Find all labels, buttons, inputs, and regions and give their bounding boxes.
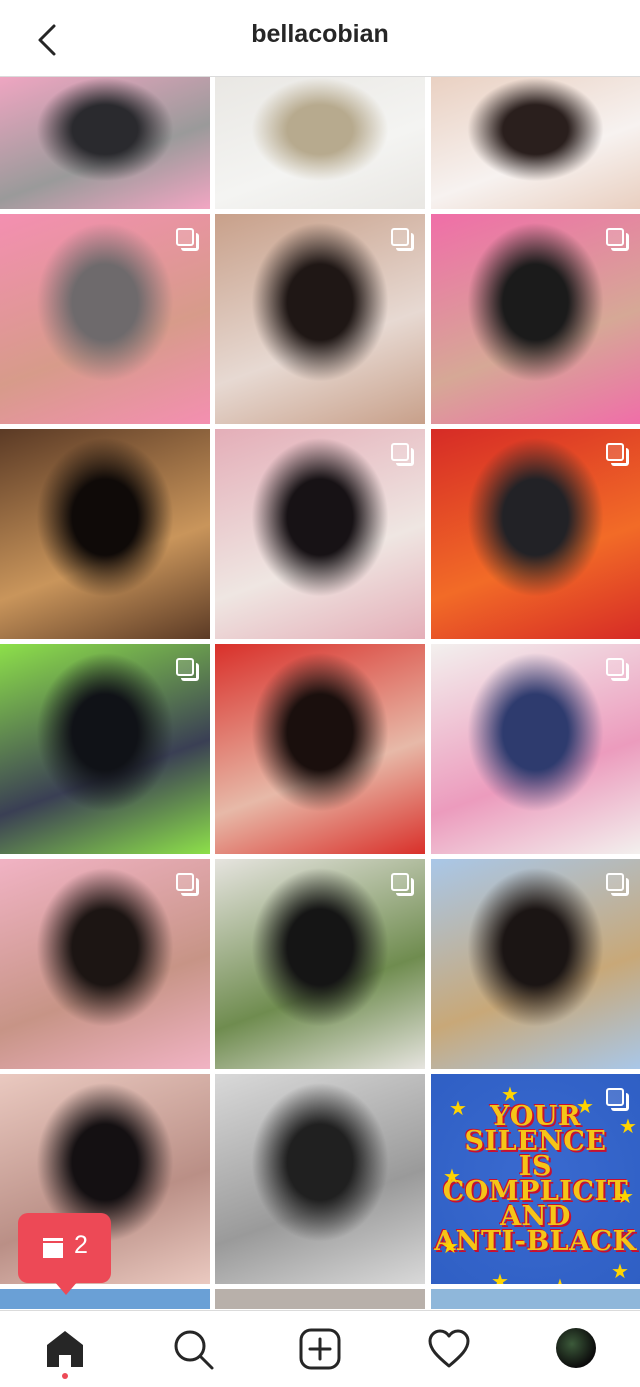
post-thumbnail[interactable] (431, 644, 640, 854)
star-decoration: ★ (501, 1084, 519, 1106)
search-icon (174, 1330, 214, 1370)
posts-stack-icon (43, 1238, 63, 1258)
star-decoration: ★ (441, 1236, 459, 1258)
post-thumbnail[interactable]: ★★★★★★★★★★YOURSILENCEISCOMPLICITANDANTI-… (431, 1074, 640, 1284)
post-thumbnail[interactable] (0, 77, 210, 209)
carousel-icon (176, 873, 199, 896)
new-posts-toast[interactable]: 2 (18, 1213, 111, 1295)
post-thumbnail[interactable] (215, 1289, 425, 1309)
carousel-icon (391, 873, 414, 896)
post-thumbnail[interactable] (0, 1289, 210, 1309)
post-thumbnail[interactable] (0, 859, 210, 1069)
post-thumbnail[interactable] (431, 77, 640, 209)
carousel-icon (391, 443, 414, 466)
top-header: bellacobian (0, 0, 640, 77)
carousel-icon (391, 228, 414, 251)
post-thumbnail[interactable] (431, 1289, 640, 1309)
carousel-icon (606, 228, 629, 251)
post-thumbnail[interactable] (431, 429, 640, 639)
search-tab[interactable] (171, 1327, 215, 1371)
post-thumbnail[interactable] (0, 429, 210, 639)
carousel-icon (606, 1088, 629, 1111)
profile-avatar[interactable] (556, 1328, 596, 1368)
star-decoration: ★ (443, 1166, 461, 1188)
poster-line: ANTI-BLACK (434, 1226, 637, 1257)
star-decoration: ★ (619, 1116, 637, 1138)
activity-tab[interactable] (427, 1327, 471, 1371)
star-decoration: ★ (611, 1261, 629, 1283)
posts-grid: ★★★★★★★★★★YOURSILENCEISCOMPLICITANDANTI-… (0, 77, 640, 1309)
star-decoration: ★ (576, 1096, 594, 1118)
heart-icon (428, 1329, 470, 1368)
carousel-icon (176, 228, 199, 251)
home-notification-dot (62, 1373, 68, 1379)
home-icon (47, 1331, 83, 1367)
post-thumbnail[interactable] (215, 77, 425, 209)
new-posts-count: 2 (74, 1231, 88, 1259)
carousel-icon (606, 443, 629, 466)
post-thumbnail[interactable] (0, 214, 210, 424)
bottom-nav (0, 1310, 640, 1387)
post-thumbnail[interactable] (215, 859, 425, 1069)
carousel-icon (606, 658, 629, 681)
post-thumbnail[interactable] (215, 429, 425, 639)
add-post-icon (299, 1328, 341, 1370)
home-tab[interactable] (43, 1327, 87, 1371)
star-decoration: ★ (616, 1186, 634, 1208)
star-decoration: ★ (551, 1274, 569, 1284)
post-thumbnail[interactable] (0, 644, 210, 854)
carousel-icon (606, 873, 629, 896)
new-post-tab[interactable] (298, 1327, 342, 1371)
star-decoration: ★ (449, 1098, 467, 1120)
post-thumbnail[interactable] (215, 214, 425, 424)
post-thumbnail[interactable] (431, 214, 640, 424)
star-decoration: ★ (491, 1271, 509, 1284)
carousel-icon (176, 658, 199, 681)
post-thumbnail[interactable] (215, 644, 425, 854)
post-thumbnail[interactable] (431, 859, 640, 1069)
profile-username-title: bellacobian (251, 20, 389, 48)
post-thumbnail[interactable] (215, 1074, 425, 1284)
